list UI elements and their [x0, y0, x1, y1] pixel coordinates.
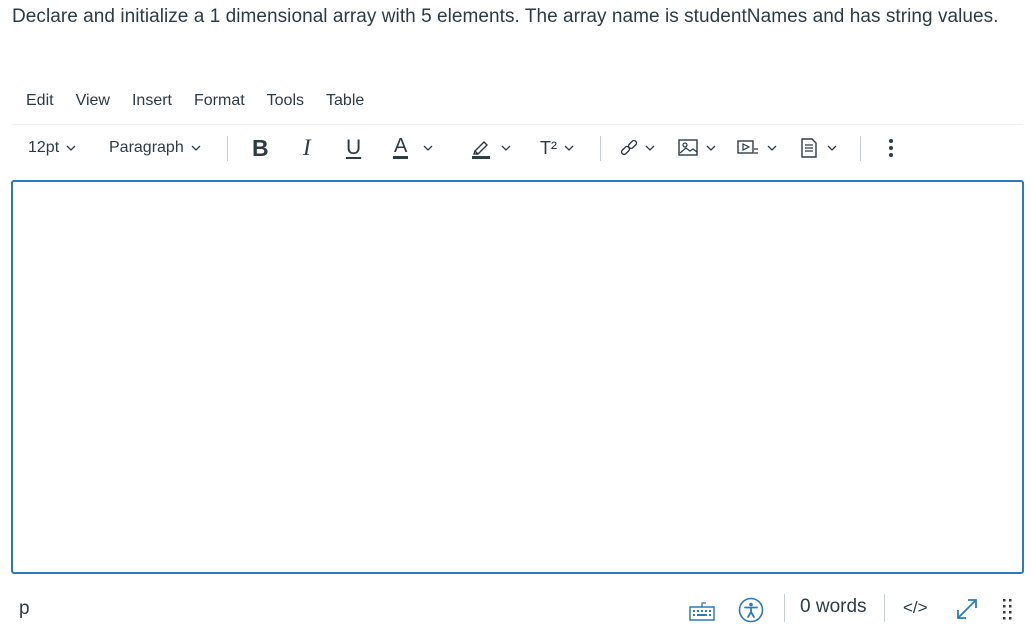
- highlight-icon: [472, 141, 490, 159]
- font-size-dropdown[interactable]: 12pt: [28, 132, 77, 164]
- chevron-down-icon: [767, 145, 777, 151]
- more-options-icon: [889, 139, 893, 157]
- underline-button[interactable]: U: [346, 132, 361, 164]
- statusbar-divider: [884, 594, 885, 622]
- menu-insert[interactable]: Insert: [120, 90, 182, 112]
- statusbar-divider: [784, 594, 785, 622]
- rich-text-editor[interactable]: [11, 180, 1024, 574]
- chevron-down-icon: [706, 145, 716, 151]
- menu-table[interactable]: Table: [314, 90, 374, 112]
- chevron-down-icon: [501, 145, 511, 151]
- chevron-down-icon: [564, 145, 574, 151]
- word-count[interactable]: 0 words: [800, 596, 867, 618]
- toolbar-divider: [227, 136, 228, 161]
- superscript-icon: T²: [540, 137, 557, 158]
- more-options-button[interactable]: [886, 132, 896, 164]
- block-format-dropdown[interactable]: Paragraph: [109, 132, 202, 164]
- block-format-value: Paragraph: [109, 139, 184, 156]
- chevron-down-icon: [191, 145, 201, 151]
- toolbar: 12pt Paragraph B I U A T²: [16, 132, 1016, 164]
- fullscreen-icon[interactable]: [954, 596, 980, 622]
- image-button[interactable]: [677, 132, 717, 164]
- link-icon: [620, 139, 638, 156]
- element-path[interactable]: p: [19, 598, 30, 620]
- media-icon: [737, 140, 758, 154]
- chevron-down-icon: [423, 145, 433, 151]
- document-icon: [801, 138, 817, 158]
- question-text: Declare and initialize a 1 dimensional a…: [12, 6, 999, 27]
- chevron-down-icon: [66, 145, 76, 151]
- underline-icon: U: [346, 136, 362, 159]
- toolbar-divider: [600, 136, 601, 161]
- font-size-value: 12pt: [28, 139, 60, 156]
- menu-tools[interactable]: Tools: [255, 90, 314, 112]
- html-editor-button[interactable]: </>: [903, 598, 928, 618]
- menubar-divider: [12, 124, 1023, 125]
- chevron-down-icon: [827, 145, 837, 151]
- image-icon: [678, 139, 698, 156]
- text-color-button[interactable]: A: [393, 132, 434, 164]
- link-button[interactable]: [618, 132, 656, 164]
- text-color-icon: A: [393, 135, 409, 159]
- chevron-down-icon: [645, 145, 655, 151]
- menubar: Edit View Insert Format Tools Table: [14, 88, 374, 114]
- bold-icon: B: [252, 134, 269, 161]
- superscript-button[interactable]: T²: [540, 132, 575, 164]
- statusbar: p 0 words </>: [0, 590, 1033, 626]
- bold-button[interactable]: B: [252, 132, 269, 164]
- menu-format[interactable]: Format: [182, 90, 255, 112]
- menu-edit[interactable]: Edit: [14, 90, 64, 112]
- italic-icon: I: [303, 135, 311, 160]
- document-button[interactable]: [798, 132, 838, 164]
- resize-handle-icon[interactable]: [1000, 596, 1016, 622]
- accessibility-icon[interactable]: [738, 597, 764, 623]
- menu-view[interactable]: View: [64, 90, 120, 112]
- media-button[interactable]: [736, 132, 778, 164]
- toolbar-divider: [860, 136, 861, 161]
- italic-button[interactable]: I: [303, 132, 311, 164]
- keyboard-icon[interactable]: [688, 600, 716, 622]
- highlight-button[interactable]: [470, 132, 512, 164]
